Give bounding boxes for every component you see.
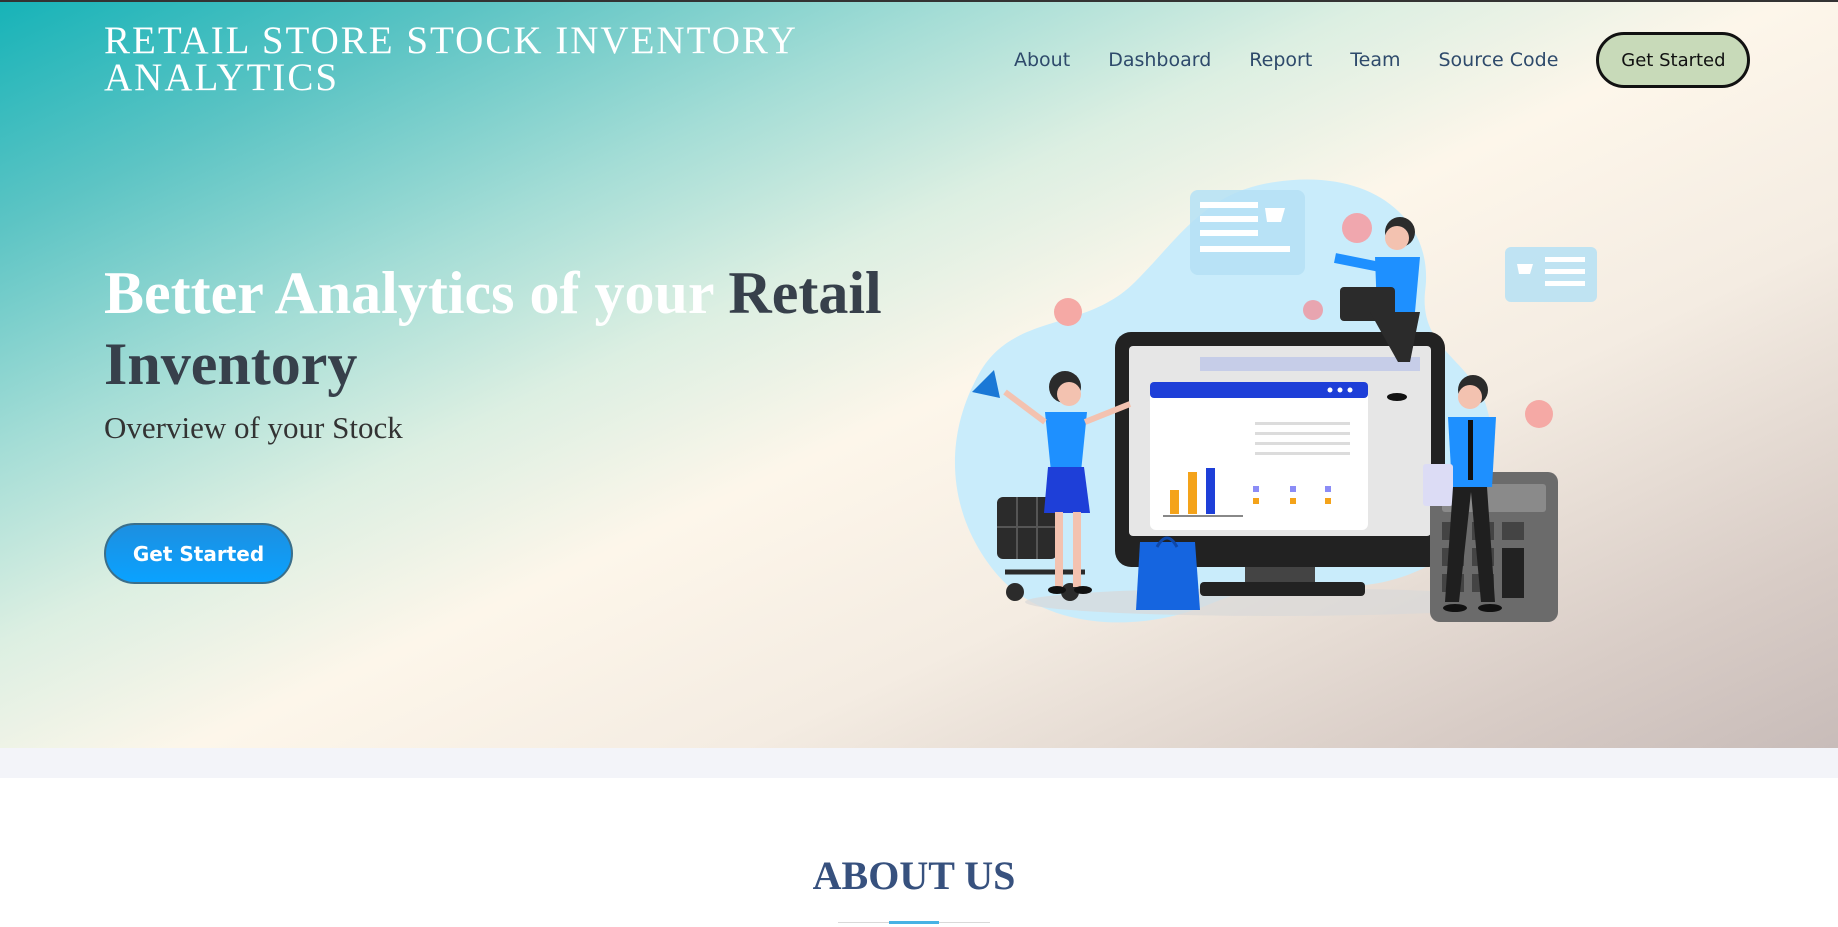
chart-bar-2	[1188, 472, 1197, 514]
headline-light: Better Analytics of your	[104, 260, 729, 326]
headline-dark-1: Retail	[728, 260, 882, 326]
nav-link-team[interactable]: Team	[1350, 49, 1400, 71]
about-section-title: ABOUT US	[812, 853, 1016, 898]
hero-section: RETAIL STORE STOCK INVENTORY ANALYTICS A…	[0, 0, 1838, 748]
chart-bar-3	[1206, 468, 1215, 514]
nav-link-source-code[interactable]: Source Code	[1438, 49, 1558, 71]
pink-dot	[1342, 213, 1372, 243]
main-nav: About Dashboard Report Team Source Code …	[1014, 32, 1751, 88]
hero-headline: Better Analytics of your Retail Inventory	[104, 258, 924, 400]
retail-analytics-illustration	[954, 179, 1597, 623]
shopping-bag	[1136, 542, 1200, 610]
about-title-underline-accent	[889, 921, 939, 924]
section-divider-strip	[0, 748, 1838, 778]
nav-link-about[interactable]: About	[1014, 49, 1070, 71]
nav-get-started-button[interactable]: Get Started	[1596, 32, 1751, 88]
chat-bubble-right	[1505, 247, 1597, 302]
headline-dark-2: Inventory	[104, 331, 358, 397]
hero-get-started-button[interactable]: Get Started	[104, 523, 293, 584]
nav-link-dashboard[interactable]: Dashboard	[1108, 49, 1211, 71]
brand-line-1: RETAIL STORE STOCK INVENTORY	[104, 19, 798, 62]
hero-subtitle: Overview of your Stock	[104, 410, 403, 445]
nav-link-report[interactable]: Report	[1249, 49, 1312, 71]
site-logo[interactable]: RETAIL STORE STOCK INVENTORY ANALYTICS	[104, 19, 798, 99]
brand-line-2: ANALYTICS	[104, 56, 340, 99]
chart-bar-1	[1170, 490, 1179, 514]
